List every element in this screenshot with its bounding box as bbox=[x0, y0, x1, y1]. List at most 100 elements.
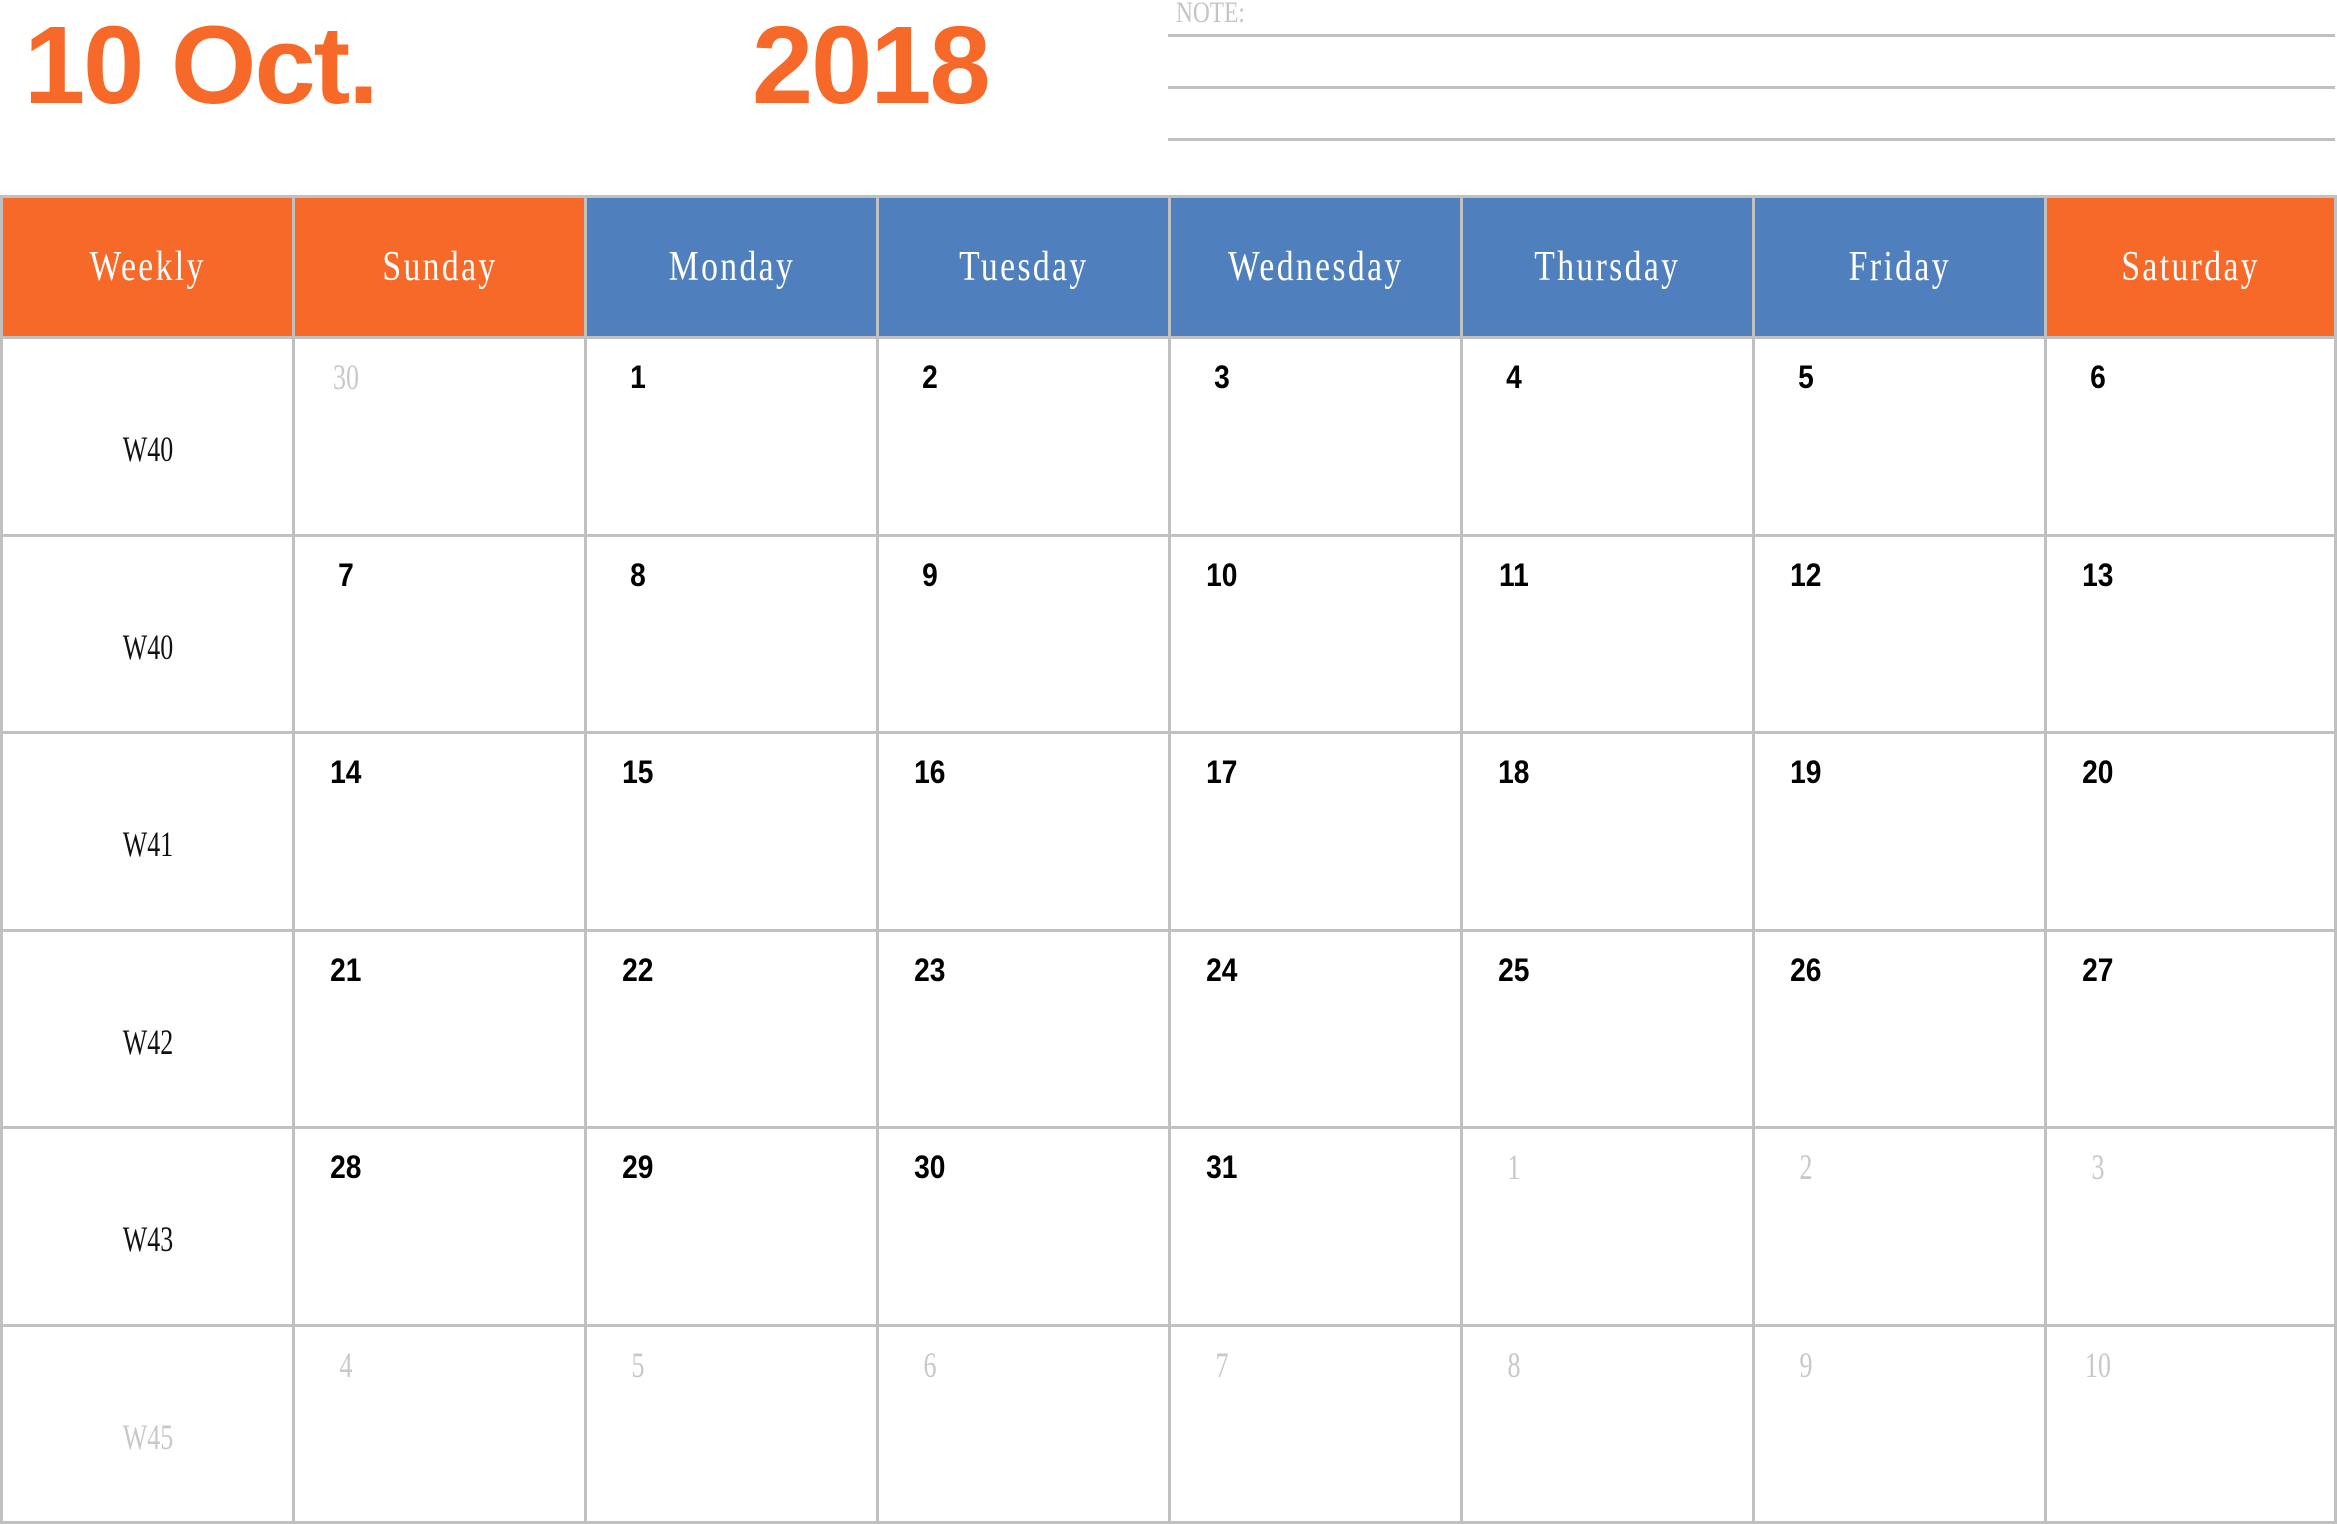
day-cell-outside-month[interactable]: 1 bbox=[1460, 1126, 1752, 1324]
week-row: W42 21 22 23 24 25 26 27 bbox=[0, 928, 2337, 1127]
week-number-cell: W43 bbox=[0, 1126, 292, 1324]
day-cell[interactable]: 10 bbox=[1168, 533, 1460, 732]
day-number: 19 bbox=[1755, 752, 1857, 792]
week-number-text: W43 bbox=[122, 1219, 173, 1260]
day-cell-outside-month[interactable]: 8 bbox=[1460, 1323, 1752, 1524]
day-cell[interactable]: 21 bbox=[292, 928, 584, 1127]
day-cell[interactable]: 30 bbox=[876, 1126, 1168, 1324]
day-cell[interactable]: 9 bbox=[876, 533, 1168, 732]
day-cell[interactable]: 29 bbox=[584, 1126, 876, 1324]
day-number: 2 bbox=[1755, 1147, 1857, 1187]
day-number: 16 bbox=[879, 752, 981, 792]
week-row: W40 30 1 2 3 4 5 6 bbox=[0, 336, 2337, 534]
day-cell[interactable]: 11 bbox=[1460, 533, 1752, 732]
day-cell[interactable]: 28 bbox=[292, 1126, 584, 1324]
week-row: W43 28 29 30 31 1 2 3 bbox=[0, 1126, 2337, 1324]
day-cell[interactable]: 14 bbox=[292, 731, 584, 929]
header-label: Saturday bbox=[2047, 198, 2334, 336]
header-label: Monday bbox=[587, 198, 876, 336]
day-cell[interactable]: 19 bbox=[1752, 731, 2044, 929]
day-number: 31 bbox=[1171, 1147, 1273, 1187]
day-cell[interactable]: 16 bbox=[876, 731, 1168, 929]
day-number-text: 11 bbox=[1499, 556, 1529, 593]
day-number-text: 13 bbox=[2082, 556, 2114, 593]
day-number-text: 6 bbox=[2090, 359, 2106, 395]
day-cell[interactable]: 23 bbox=[876, 928, 1168, 1127]
day-number-text: 3 bbox=[1214, 359, 1230, 395]
day-number: 29 bbox=[587, 1147, 689, 1187]
header-label-text: Weekly bbox=[89, 244, 206, 290]
day-number-text: 1 bbox=[630, 359, 646, 395]
day-cell-outside-month[interactable]: 6 bbox=[876, 1323, 1168, 1524]
day-number: 10 bbox=[1171, 555, 1273, 595]
header-label: Tuesday bbox=[879, 198, 1168, 336]
day-cell-outside-month[interactable]: 2 bbox=[1752, 1126, 2044, 1324]
day-number: 27 bbox=[2047, 950, 2149, 990]
day-cell[interactable]: 17 bbox=[1168, 731, 1460, 929]
day-number: 8 bbox=[1463, 1345, 1565, 1385]
day-number-text: 17 bbox=[1206, 754, 1238, 791]
day-cell[interactable]: 31 bbox=[1168, 1126, 1460, 1324]
day-number-text: 18 bbox=[1498, 754, 1530, 791]
day-number: 2 bbox=[879, 357, 981, 397]
day-cell[interactable]: 13 bbox=[2044, 533, 2337, 732]
note-line bbox=[1168, 34, 2335, 37]
day-number: 21 bbox=[295, 950, 397, 990]
day-cell[interactable]: 5 bbox=[1752, 336, 2044, 534]
day-cell[interactable]: 15 bbox=[584, 731, 876, 929]
day-number-text: 7 bbox=[1215, 1344, 1229, 1385]
day-cell[interactable]: 2 bbox=[876, 336, 1168, 534]
day-cell-outside-month[interactable]: 30 bbox=[292, 336, 584, 534]
day-number: 4 bbox=[1463, 357, 1565, 397]
header-cell-saturday: Saturday bbox=[2044, 195, 2337, 336]
day-cell[interactable]: 22 bbox=[584, 928, 876, 1127]
day-cell[interactable]: 25 bbox=[1460, 928, 1752, 1127]
day-cell[interactable]: 4 bbox=[1460, 336, 1752, 534]
header-cell-weekly: Weekly bbox=[0, 195, 292, 336]
day-number: 22 bbox=[587, 950, 689, 990]
day-number: 1 bbox=[1463, 1147, 1565, 1187]
day-number-text: 28 bbox=[330, 1149, 362, 1186]
week-number-label: W40 bbox=[3, 627, 292, 667]
day-cell[interactable]: 12 bbox=[1752, 533, 2044, 732]
header-label-text: Monday bbox=[668, 244, 795, 290]
day-cell-outside-month[interactable]: 7 bbox=[1168, 1323, 1460, 1524]
day-number: 28 bbox=[295, 1147, 397, 1187]
day-number-text: 1 bbox=[1507, 1147, 1521, 1188]
day-number-text: 5 bbox=[631, 1344, 645, 1385]
day-number: 5 bbox=[1755, 357, 1857, 397]
day-number: 15 bbox=[587, 752, 689, 792]
day-number-text: 8 bbox=[1507, 1344, 1521, 1385]
day-cell[interactable]: 20 bbox=[2044, 731, 2337, 929]
day-number-text: 23 bbox=[914, 951, 946, 988]
week-number-label: W42 bbox=[3, 1022, 292, 1062]
day-number: 13 bbox=[2047, 555, 2149, 595]
week-number-text: W42 bbox=[122, 1021, 173, 1062]
week-number-cell: W40 bbox=[0, 533, 292, 732]
day-cell-outside-month[interactable]: 4 bbox=[292, 1323, 584, 1524]
weekday-header-row: Weekly Sunday Monday Tuesday Wednesday Thursd… bbox=[0, 195, 2337, 336]
week-row: W45 4 5 6 7 8 9 10 bbox=[0, 1323, 2337, 1524]
header-label: Sunday bbox=[295, 198, 584, 336]
day-cell[interactable]: 8 bbox=[584, 533, 876, 732]
header-label-text: Wednesday bbox=[1227, 244, 1404, 290]
day-cell[interactable]: 3 bbox=[1168, 336, 1460, 534]
day-cell-outside-month[interactable]: 9 bbox=[1752, 1323, 2044, 1524]
day-cell-outside-month[interactable]: 5 bbox=[584, 1323, 876, 1524]
day-cell-outside-month[interactable]: 3 bbox=[2044, 1126, 2337, 1324]
day-cell[interactable]: 7 bbox=[292, 533, 584, 732]
day-cell-outside-month[interactable]: 10 bbox=[2044, 1323, 2337, 1524]
day-cell[interactable]: 26 bbox=[1752, 928, 2044, 1127]
day-cell[interactable]: 1 bbox=[584, 336, 876, 534]
day-cell[interactable]: 27 bbox=[2044, 928, 2337, 1127]
day-number-text: 20 bbox=[2082, 754, 2114, 791]
day-cell[interactable]: 6 bbox=[2044, 336, 2337, 534]
day-cell[interactable]: 18 bbox=[1460, 731, 1752, 929]
day-cell[interactable]: 24 bbox=[1168, 928, 1460, 1127]
note-line bbox=[1168, 138, 2335, 141]
day-number-text: 8 bbox=[630, 556, 646, 593]
day-number: 24 bbox=[1171, 950, 1273, 990]
day-number: 9 bbox=[1755, 1345, 1857, 1385]
day-number: 12 bbox=[1755, 555, 1857, 595]
header-label: Wednesday bbox=[1171, 198, 1460, 336]
